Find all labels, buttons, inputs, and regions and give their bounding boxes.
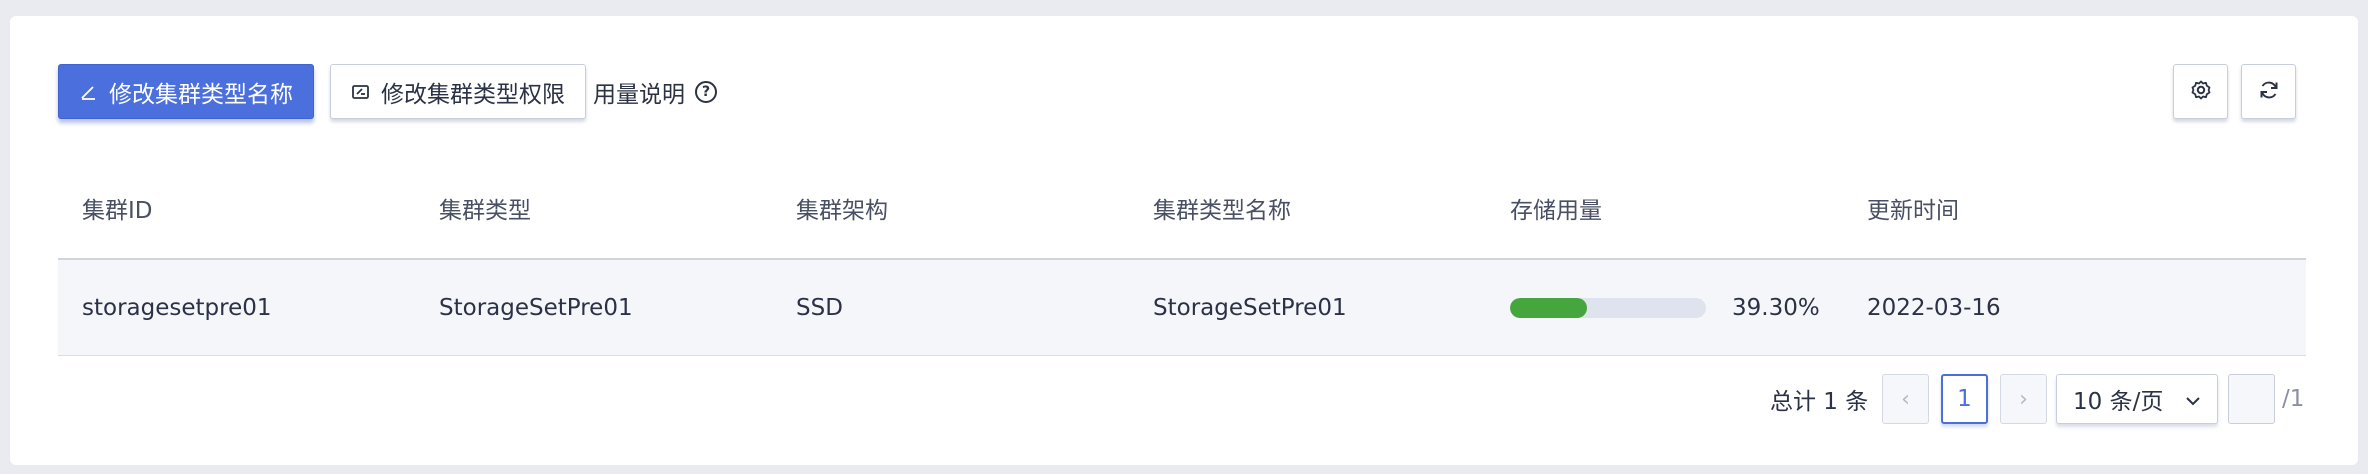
pagination-page-1[interactable]: 1 bbox=[1941, 374, 1988, 424]
column-header-storage-usage: 存储用量 bbox=[1510, 198, 1602, 224]
cell-storage-usage: 39.30% bbox=[1510, 260, 1820, 356]
cluster-type-panel: 修改集群类型名称 修改集群类型权限 用量说明 ? 集群ID 集群类型 集群架构 … bbox=[10, 16, 2358, 465]
table-header: 集群ID 集群类型 集群架构 集群类型名称 存储用量 更新时间 bbox=[58, 156, 2306, 260]
page-size-label: 10 条/页 bbox=[2073, 389, 2164, 415]
page-jump-input[interactable] bbox=[2228, 374, 2275, 424]
permission-button-label: 修改集群类型权限 bbox=[381, 81, 565, 108]
pagination-total: 总计 1 条 bbox=[1770, 389, 1869, 415]
cell-cluster-id: storagesetpre01 bbox=[82, 295, 272, 321]
refresh-icon bbox=[2257, 78, 2281, 106]
edit-cluster-type-permission-button[interactable]: 修改集群类型权限 bbox=[330, 64, 586, 119]
usage-help-link[interactable]: 用量说明 ? bbox=[593, 64, 717, 119]
settings-button[interactable] bbox=[2173, 64, 2228, 119]
pagination-prev-button[interactable]: ‹ bbox=[1882, 374, 1929, 424]
gear-icon bbox=[2189, 78, 2213, 106]
column-header-type-name: 集群类型名称 bbox=[1153, 198, 1291, 224]
refresh-button[interactable] bbox=[2241, 64, 2296, 119]
rename-cluster-type-button[interactable]: 修改集群类型名称 bbox=[58, 64, 314, 119]
column-header-architecture: 集群架构 bbox=[796, 198, 888, 224]
table-row[interactable]: storagesetpre01 StorageSetPre01 SSD Stor… bbox=[58, 260, 2306, 356]
column-header-cluster-type: 集群类型 bbox=[439, 198, 531, 224]
column-header-cluster-id: 集群ID bbox=[82, 198, 153, 224]
storage-usage-progress-bar bbox=[1510, 298, 1706, 318]
cell-cluster-type: StorageSetPre01 bbox=[439, 295, 633, 321]
chevron-down-icon bbox=[2185, 386, 2201, 412]
question-circle-icon[interactable]: ? bbox=[695, 80, 717, 103]
cluster-type-table: 集群ID 集群类型 集群架构 集群类型名称 存储用量 更新时间 storages… bbox=[58, 156, 2306, 356]
pagination-total-pages: /1 bbox=[2282, 386, 2305, 412]
usage-help-label: 用量说明 bbox=[593, 81, 685, 108]
edit-permission-icon bbox=[351, 82, 371, 102]
cell-type-name: StorageSetPre01 bbox=[1153, 295, 1347, 321]
rename-button-label: 修改集群类型名称 bbox=[109, 81, 293, 108]
cell-updated: 2022-03-16 bbox=[1867, 295, 2001, 321]
storage-usage-progress-fill bbox=[1510, 298, 1588, 318]
storage-usage-percent: 39.30% bbox=[1732, 295, 1820, 321]
page-size-select[interactable]: 10 条/页 bbox=[2056, 374, 2218, 424]
cell-architecture: SSD bbox=[796, 295, 843, 321]
pagination-next-button[interactable]: › bbox=[2000, 374, 2047, 424]
edit-pen-icon bbox=[79, 82, 99, 102]
column-header-updated: 更新时间 bbox=[1867, 198, 1959, 224]
